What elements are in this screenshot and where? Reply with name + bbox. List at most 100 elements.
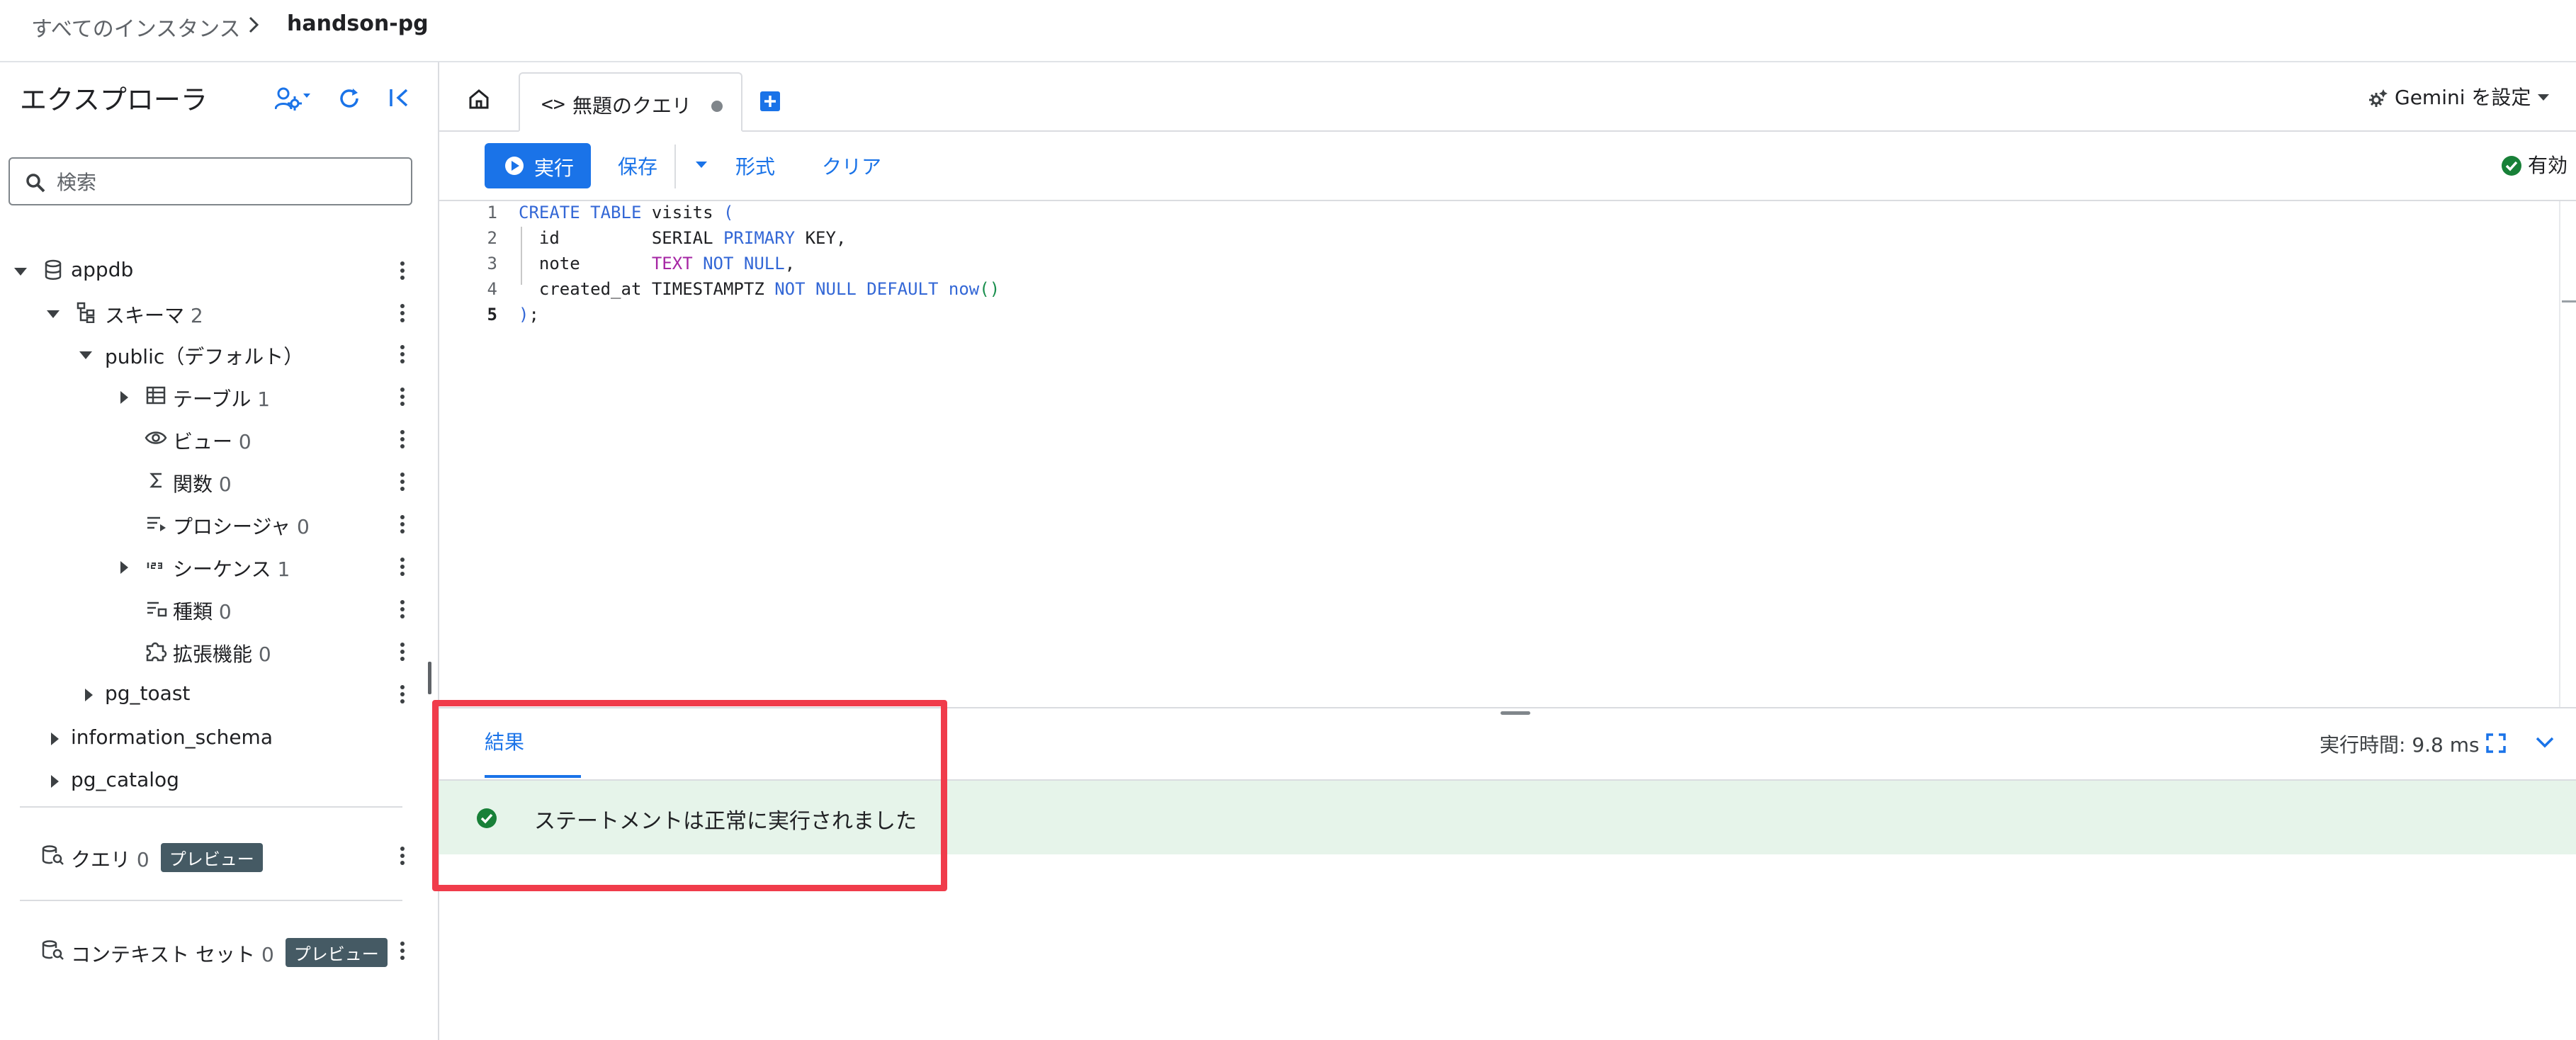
tree-item-label: 拡張機能 0 [173,643,271,666]
more-options-icon[interactable] [397,555,408,578]
database-icon [43,259,64,281]
toolbar-separator [674,145,676,188]
expand-arrow-icon[interactable] [47,731,62,747]
more-options-icon[interactable] [397,939,408,962]
table-icon [146,385,166,405]
tree-item-functions[interactable]: 関数 0 [0,462,425,502]
status-indicator: 有効 [2501,150,2567,179]
context-set-icon [41,939,64,961]
sql-editor[interactable]: 1 2 3 4 5 CREATE TABLE visits ( id SERIA… [439,201,2576,707]
expand-arrow-icon[interactable] [116,560,132,575]
sidebar-resize-handle[interactable] [428,662,431,694]
save-button[interactable]: 保存 [618,152,657,180]
format-button[interactable]: 形式 [735,152,775,180]
line-number-gutter: 1 2 3 4 5 [439,201,517,707]
tree-item-extensions[interactable]: 拡張機能 0 [0,632,425,672]
expand-arrow-icon[interactable] [47,774,62,789]
tree-item-tables[interactable]: テーブル 1 [0,377,425,417]
expand-arrow-icon[interactable] [81,687,96,703]
tree-item-appdb[interactable]: appdb [0,251,425,290]
tree-item-pg-toast[interactable]: pg_toast [0,674,425,714]
search-input[interactable] [55,166,398,198]
preview-badge: プレビュー [285,938,388,967]
more-options-icon[interactable] [397,640,408,663]
tree-item-label: ビュー 0 [173,430,252,453]
gemini-settings-button[interactable]: Gemini を設定 [2368,82,2550,111]
search-icon [26,173,45,193]
dropdown-caret-icon [2538,94,2550,101]
line-number: 1 [487,203,497,222]
extension-icon [145,640,167,662]
expand-arrow-icon[interactable] [45,306,61,322]
tree-item-label: シーケンス 1 [173,558,290,581]
tree-item-label: 関数 0 [173,473,232,496]
tree-item-label: スキーマ 2 [105,304,203,327]
code-line: created_at TIMESTAMPTZ NOT NULL DEFAULT … [519,279,1000,299]
home-icon[interactable] [468,88,490,111]
code-line: ); [519,305,539,324]
queries-label: クエリ 0 プレビュー [71,843,263,873]
tree-item-label: pg_catalog [71,768,179,791]
tree-item-public-schema[interactable]: public（デフォルト） [0,334,425,374]
collapse-sidebar-icon[interactable] [388,86,411,109]
tree-item-pg-catalog[interactable]: pg_catalog [0,761,425,801]
refresh-icon[interactable] [337,86,361,111]
tree-item-views[interactable]: ビュー 0 [0,419,425,459]
highlight-annotation-box [432,700,947,891]
more-options-icon[interactable] [397,343,408,366]
tree-item-label: プロシージャ 0 [173,515,310,538]
line-number-current: 5 [487,305,497,324]
manage-access-icon[interactable] [275,85,310,113]
check-circle-icon [2502,156,2521,176]
more-options-icon[interactable] [397,470,408,493]
tree-item-procedures[interactable]: プロシージャ 0 [0,504,425,544]
more-options-icon[interactable] [397,259,408,282]
code-icon: <> [541,92,565,115]
tab-label: 無題のクエリ [572,94,692,118]
chevron-right-icon [248,16,259,34]
editor-scrollbar[interactable] [2559,201,2560,707]
code-line: CREATE TABLE visits ( [519,203,734,222]
more-options-icon[interactable] [397,844,408,867]
tree-item-schemas[interactable]: スキーマ 2 [0,293,425,333]
tab-untitled-query[interactable]: <> 無題のクエリ [519,72,742,132]
more-options-icon[interactable] [397,598,408,621]
more-options-icon[interactable] [397,385,408,408]
line-number: 2 [487,228,497,248]
tree-item-sequences[interactable]: シーケンス 1 [0,547,425,587]
more-options-icon[interactable] [397,683,408,706]
preview-badge: プレビュー [160,843,263,872]
expand-arrow-icon[interactable] [78,347,94,363]
run-button[interactable]: 実行 [485,143,591,188]
tree-item-label: テーブル 1 [173,388,271,411]
add-tab-icon[interactable] [759,91,781,112]
tree-item-information-schema[interactable]: information_schema [0,718,425,758]
line-number: 4 [487,279,497,299]
fullscreen-icon[interactable] [2485,733,2507,754]
sequence-icon [146,560,167,571]
expand-arrow-icon[interactable] [13,264,28,279]
breadcrumb: すべてのインスタンス handson-pg [0,0,2576,62]
tree-item-types[interactable]: 種類 0 [0,589,425,629]
explorer-title: エクスプローラ [20,84,208,115]
gemini-gear-icon [2369,89,2388,107]
procedure-icon [146,513,167,533]
more-options-icon[interactable] [397,428,408,451]
overview-ruler-mark [2562,300,2576,303]
more-options-icon[interactable] [397,302,408,324]
unsaved-indicator [711,101,723,112]
search-field[interactable] [9,157,412,205]
queries-section[interactable]: クエリ 0 プレビュー [0,836,425,876]
more-options-icon[interactable] [397,513,408,536]
schema-icon [77,302,96,323]
code-line: note TEXT NOT NULL, [519,254,796,273]
chevron-down-icon[interactable] [2535,735,2555,750]
context-sets-section[interactable]: コンテキスト セット 0 プレビュー [0,931,425,971]
save-options-dropdown-icon[interactable] [696,162,707,168]
code-line: id SERIAL PRIMARY KEY, [519,228,847,248]
query-icon [41,844,64,866]
clear-button[interactable]: クリア [822,152,881,180]
breadcrumb-root-link[interactable]: すべてのインスタンス [31,11,241,43]
tree-item-label: 種類 0 [173,600,232,623]
expand-arrow-icon[interactable] [116,390,132,405]
